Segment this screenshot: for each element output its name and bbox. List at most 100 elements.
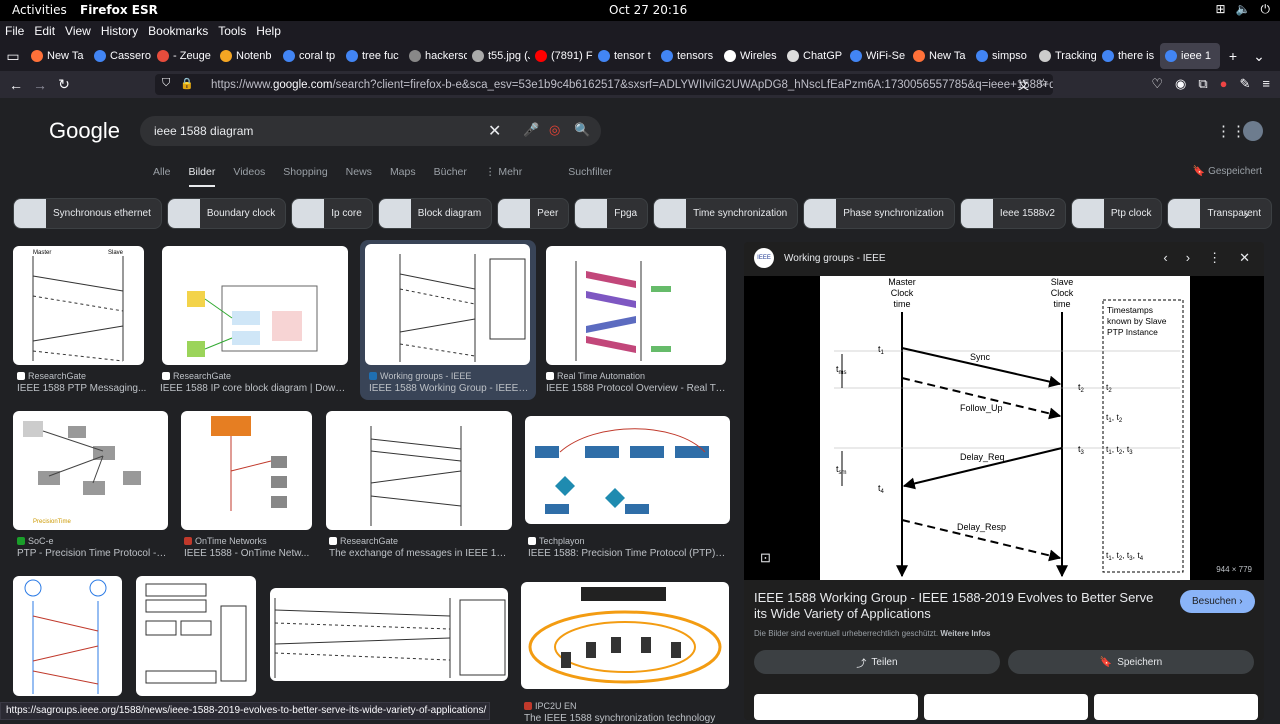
tab-12[interactable]: Wireles	[719, 43, 782, 69]
result-source-7[interactable]: ResearchGate	[329, 536, 398, 546]
result-title-4[interactable]: IEEE 1588 Protocol Overview - Real Ti...	[546, 383, 726, 394]
chip-8[interactable]: Phase synchronization	[803, 198, 955, 229]
tab-1[interactable]: New Ta	[26, 43, 89, 69]
result-image-12[interactable]	[521, 582, 729, 689]
tab-maps[interactable]: Maps	[390, 166, 416, 187]
system-tray[interactable]: ⊞ 🔈 ⏻	[1215, 2, 1270, 17]
google-logo[interactable]: Google	[49, 118, 120, 144]
tab-14[interactable]: WiFi-Se	[845, 43, 908, 69]
chip-11[interactable]: Transparent	[1167, 198, 1272, 229]
tab-16[interactable]: simpso	[971, 43, 1034, 69]
tab-books[interactable]: Bücher	[434, 166, 467, 187]
tab-images[interactable]: Bilder	[189, 166, 216, 187]
mic-icon[interactable]: 🎤	[523, 122, 539, 138]
menu-bookmarks[interactable]: Bookmarks	[143, 21, 213, 41]
chip-5[interactable]: Peer	[497, 198, 569, 229]
save-button[interactable]: 🔖Speichern	[1008, 650, 1254, 674]
result-image-11[interactable]	[270, 588, 508, 681]
app-menu[interactable]: Firefox ESR	[80, 3, 158, 17]
tab-4[interactable]: Notenb	[215, 43, 278, 69]
result-source-6[interactable]: OnTime Networks	[184, 536, 267, 546]
tab-18[interactable]: there is	[1097, 43, 1160, 69]
bookmark-star-icon[interactable]: ☆	[1038, 76, 1049, 90]
result-image-2[interactable]	[162, 246, 348, 365]
result-title-6[interactable]: IEEE 1588 - OnTime Netw...	[184, 548, 310, 559]
tab-10[interactable]: tensor t	[593, 43, 656, 69]
result-image-5[interactable]: PrecisionTime	[13, 411, 168, 530]
result-image-9[interactable]	[13, 576, 122, 696]
tab-7[interactable]: hackerscan	[404, 43, 467, 69]
result-title-12[interactable]: The IEEE 1588 synchronization technology	[524, 713, 729, 724]
related-image-3[interactable]	[1094, 694, 1258, 720]
account-icon[interactable]: ◉	[1175, 76, 1186, 92]
search-icon[interactable]: 🔍	[574, 122, 590, 138]
extensions-icon[interactable]: ⧉	[1198, 76, 1207, 92]
result-source-1[interactable]: ResearchGate	[17, 371, 86, 381]
more-options-icon[interactable]: ⋮	[1208, 250, 1221, 266]
result-image-1[interactable]: MasterSlave	[13, 246, 144, 365]
chip-3[interactable]: Ip core	[291, 198, 373, 229]
chip-1[interactable]: Synchronous ethernet	[13, 198, 162, 229]
tab-11[interactable]: tensors	[656, 43, 719, 69]
tab-3[interactable]: - Zeuge	[152, 43, 215, 69]
tab-shopping[interactable]: Shopping	[283, 166, 327, 187]
tab-17[interactable]: Tracking	[1034, 43, 1097, 69]
menu-edit[interactable]: Edit	[29, 21, 60, 41]
preview-image[interactable]: Master Clock time Slave Clock time Times…	[820, 276, 1190, 580]
chip-4[interactable]: Block diagram	[378, 198, 492, 229]
menu-file[interactable]: File	[0, 21, 29, 41]
result-image-6[interactable]	[181, 411, 312, 530]
tab-2[interactable]: Cassero	[89, 43, 152, 69]
tab-19[interactable]: ieee 1	[1160, 43, 1220, 69]
activities-button[interactable]: Activities	[12, 3, 67, 17]
more-info-link[interactable]: Weitere Infos	[940, 629, 990, 638]
lens-icon[interactable]: ◎	[549, 122, 560, 138]
menu-view[interactable]: View	[60, 21, 96, 41]
search-tools-button[interactable]: Suchfilter	[568, 166, 612, 187]
close-icon[interactable]: ✕	[1239, 250, 1250, 266]
reload-icon[interactable]: ↻	[52, 76, 76, 93]
search-input[interactable]: ieee 1588 diagram	[154, 124, 253, 138]
chip-10[interactable]: Ptp clock	[1071, 198, 1163, 229]
chip-9[interactable]: Ieee 1588v2	[960, 198, 1066, 229]
avatar[interactable]	[1243, 121, 1263, 141]
result-image-4[interactable]	[546, 246, 726, 365]
tab-15[interactable]: New Ta	[908, 43, 971, 69]
result-title-5[interactable]: PTP - Precision Time Protocol - ...	[17, 548, 167, 559]
menu-help[interactable]: Help	[251, 21, 286, 41]
search-box[interactable]: ieee 1588 diagram ✕ 🎤 ◎ 🔍	[140, 116, 601, 146]
saved-link[interactable]: 🔖 Gespeichert	[1193, 166, 1262, 177]
tab-8[interactable]: t55.jpg (JP	[467, 43, 530, 69]
preview-title[interactable]: IEEE 1588 Working Group - IEEE 1588-2019…	[754, 590, 1164, 622]
menu-tools[interactable]: Tools	[213, 21, 251, 41]
tab-all[interactable]: Alle	[153, 166, 171, 187]
chip-2[interactable]: Boundary clock	[167, 198, 286, 229]
result-source-2[interactable]: ResearchGate	[162, 371, 231, 381]
clock[interactable]: Oct 27 20:16	[609, 3, 687, 17]
share-button[interactable]: ⤴Teilen	[754, 650, 1000, 674]
related-image-1[interactable]	[754, 694, 918, 720]
previous-icon[interactable]: ‹	[1163, 250, 1167, 266]
pocket-icon[interactable]: ♡	[1151, 76, 1163, 92]
forward-icon[interactable]: →	[28, 77, 52, 93]
related-image-2[interactable]	[924, 694, 1088, 720]
result-source-12[interactable]: IPC2U EN	[524, 701, 577, 711]
chip-7[interactable]: Time synchronization	[653, 198, 798, 229]
result-image-7[interactable]	[326, 411, 512, 530]
new-tab-icon[interactable]: +	[1220, 48, 1246, 64]
preview-image-area[interactable]: Master Clock time Slave Clock time Times…	[744, 276, 1264, 580]
lock-icon[interactable]: 🔒	[180, 77, 194, 90]
result-source-4[interactable]: Real Time Automation	[546, 371, 645, 381]
tab-more[interactable]: ⋮ Mehr	[485, 166, 522, 187]
menu-icon[interactable]: ≡	[1262, 76, 1270, 92]
result-image-3[interactable]	[365, 244, 530, 365]
result-title-3[interactable]: IEEE 1588 Working Group - IEEE ...	[369, 383, 529, 394]
result-source-8[interactable]: Techplayon	[528, 536, 585, 546]
chip-6[interactable]: Fpga	[574, 198, 648, 229]
chips-next-icon[interactable]: ›	[1244, 206, 1249, 222]
tab-overflow-icon[interactable]: ⌄	[1246, 48, 1272, 65]
tab-6[interactable]: tree fuc	[341, 43, 404, 69]
result-title-2[interactable]: IEEE 1588 IP core block diagram | Downl.…	[160, 383, 350, 394]
tab-list-icon[interactable]: ▭	[0, 48, 26, 65]
url-field[interactable]: https://www.google.com/search?client=fir…	[155, 74, 1053, 95]
